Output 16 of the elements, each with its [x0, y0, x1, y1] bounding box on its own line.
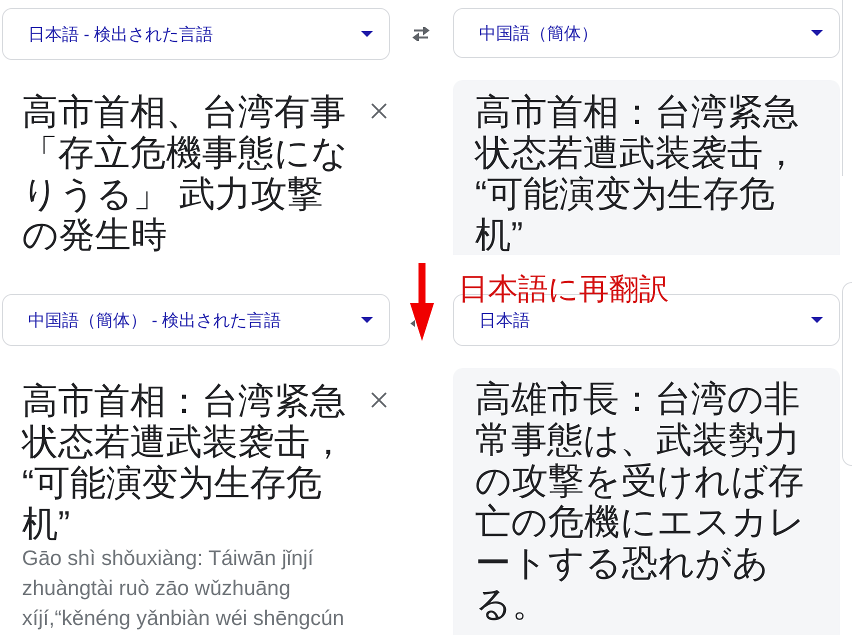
caret-icon [361, 31, 373, 37]
source-text-input[interactable]: 高市首相：台湾紧急状态若遭武装袭击，“可能演变为生存危机” [22, 380, 352, 544]
caret-icon [811, 30, 823, 36]
caret-icon [811, 317, 823, 323]
romanization-text: Gāo shì shǒuxiàng: Táiwān jǐnjí zhuàngtài ruò zāo wǔzhuāng xíjí,“kěnéng yǎnbiàn wéi shēngcún [22, 546, 346, 632]
source-text-input[interactable]: 高市首相、台湾有事「存立危機事態になりうる」 武力攻撃の発生時 [22, 91, 352, 255]
close-icon[interactable] [371, 392, 387, 408]
caret-icon [361, 317, 373, 323]
translation-text: 高市首相：台湾紧急状态若遭武装袭击，“可能演变为生存危机” [475, 91, 800, 255]
source-language-dropdown[interactable]: 中国語（簡体） - 検出された言語 [2, 294, 390, 346]
close-icon[interactable] [371, 103, 387, 119]
target-language-dropdown[interactable]: 中国語（簡体） [453, 8, 840, 58]
translation-text: 高雄市長：台湾の非常事態は、武装勢力の攻撃を受ければ存亡の危機にエスカレートする恐れがある。 [475, 378, 806, 624]
source-language-dropdown[interactable]: 日本語 - 検出された言語 [2, 8, 390, 60]
swap-icon[interactable] [410, 320, 415, 327]
swap-icon[interactable] [410, 27, 432, 41]
